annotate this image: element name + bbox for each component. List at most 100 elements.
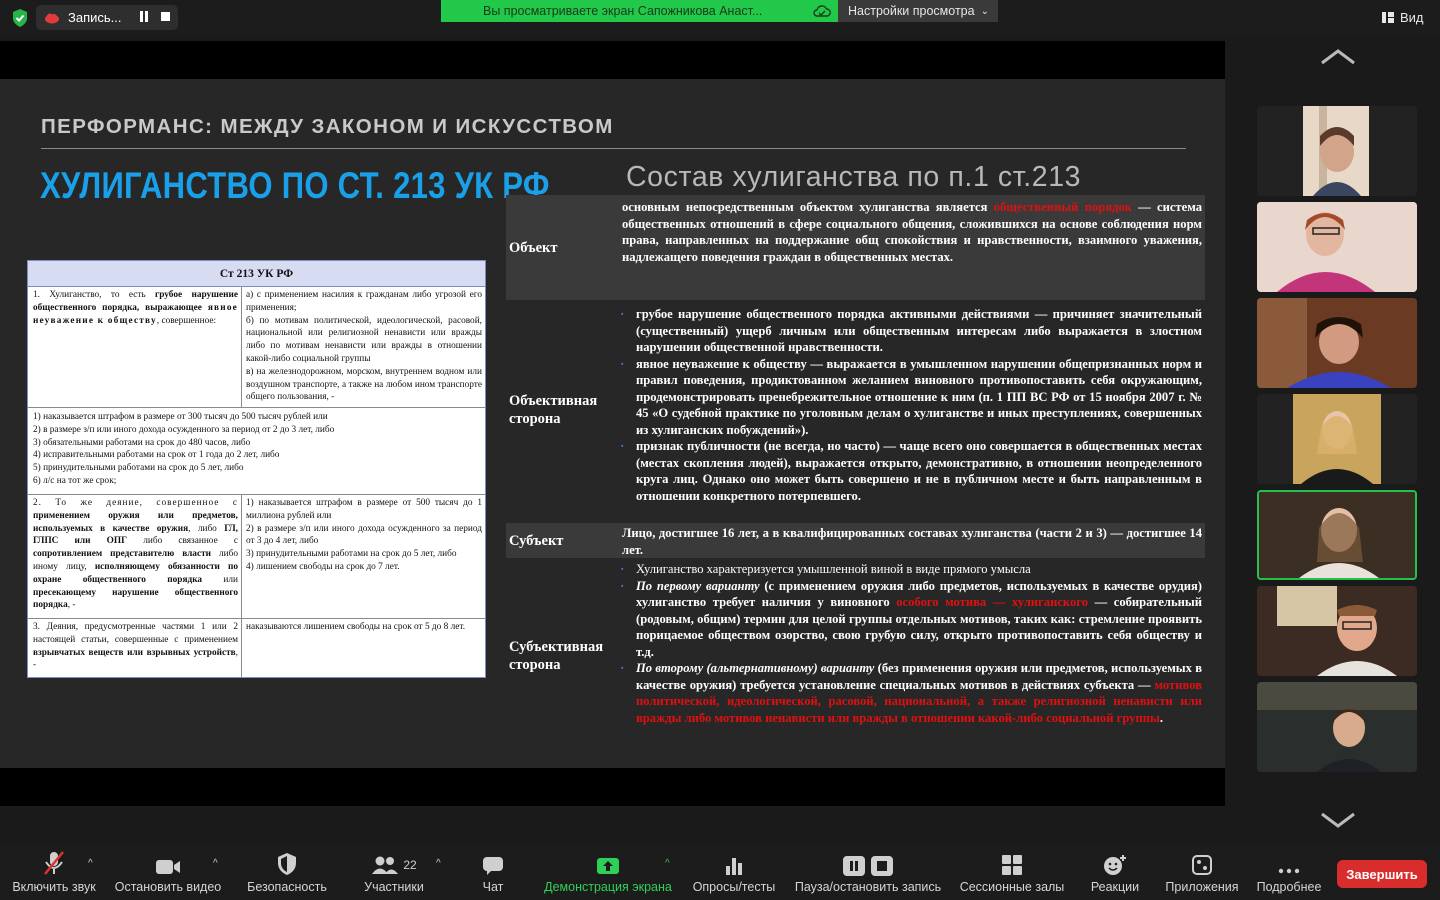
security-button[interactable]: Безопасность (242, 846, 332, 900)
share-screen-button[interactable]: Демонстрация экрана (540, 846, 676, 900)
law-row-part2: 2. То же деяние, совершенное с применени… (28, 495, 485, 619)
participant-video-tile-active-speaker[interactable] (1257, 490, 1417, 580)
recording-indicator[interactable]: Запись... (36, 5, 178, 30)
reactions-label: Реакции (1090, 880, 1140, 894)
law-row-part1: 1. Хулиганство, то есть грубое нарушение… (28, 287, 485, 408)
participant-avatar (1257, 586, 1417, 676)
chevron-down-icon[interactable] (1320, 810, 1356, 830)
unmute-button[interactable]: Включить звук (8, 846, 100, 900)
participants-label: Участники (364, 880, 424, 894)
participant-video-tile[interactable] (1257, 394, 1417, 484)
reactions-button[interactable]: Реакции (1084, 846, 1146, 900)
objective-text: грубое нарушение общественного порядка а… (618, 300, 1205, 520)
participant-video-tile[interactable] (1257, 298, 1417, 388)
meeting-top-bar: Запись... Вы просматриваете экран Сапожн… (0, 0, 1440, 36)
object-text: основным непосредственным объектом хулиг… (622, 200, 1202, 264)
security-label: Безопасность (247, 880, 327, 894)
composition-row-object: Объект основным непосредственным объекто… (506, 195, 1205, 300)
law-part2-penalties: 1) наказывается штрафом в размере от 500… (246, 498, 482, 572)
polls-button[interactable]: Опросы/тесты (688, 846, 780, 900)
viewing-notice-text: Вы просматриваете экран Сапожникова Анас… (483, 4, 763, 18)
law-table-header: Ст 213 УК РФ (28, 261, 485, 287)
share-screen-icon (597, 858, 619, 874)
view-options-dropdown[interactable]: Настройки просмотра ⌄ (838, 0, 998, 22)
view-grid-icon (1382, 12, 1394, 23)
pause-stop-recording-button[interactable]: Пауза/остановить запись (790, 846, 946, 900)
video-options-caret[interactable]: ^ (213, 858, 218, 869)
participant-avatar (1257, 202, 1417, 292)
participants-count: 22 (403, 858, 417, 872)
participants-options-caret[interactable]: ^ (436, 858, 441, 869)
audio-options-caret[interactable]: ^ (88, 858, 93, 869)
participant-avatar (1257, 682, 1417, 772)
security-shield-icon[interactable] (10, 8, 30, 28)
chevron-down-icon: ⌄ (980, 5, 989, 17)
security-shield-icon (278, 853, 296, 875)
stop-recording-icon[interactable] (161, 12, 170, 21)
law-part3-text: 3. Деяния, предусмотренные частями 1 или… (28, 619, 242, 677)
law-part1-text: 1. Хулиганство, то есть грубое нарушение… (28, 287, 242, 407)
stop-icon (871, 856, 893, 876)
subject-label: Субъект (509, 532, 564, 549)
recording-cloud-icon (45, 13, 59, 23)
recording-label: Запись... (68, 10, 122, 25)
law-part3-penalty: наказываются лишением свободы на срок от… (246, 622, 466, 632)
bar-chart-icon (726, 858, 742, 875)
composition-row-objective: Объективная сторона грубое нарушение общ… (506, 300, 1205, 520)
chat-bubble-icon (483, 857, 503, 875)
participant-video-tile[interactable] (1257, 586, 1417, 676)
participant-avatar (1257, 298, 1417, 388)
objective-label: Объективная сторона (506, 300, 618, 520)
reaction-smiley-icon (1104, 855, 1126, 875)
apps-button[interactable]: Приложения (1160, 846, 1244, 900)
law-part1-qualifiers: а) с применением насилия к гражданам либ… (246, 290, 482, 403)
breakout-rooms-icon (1002, 855, 1022, 875)
share-screen-label: Демонстрация экрана (544, 880, 672, 894)
object-label: Объект (509, 239, 558, 256)
polls-label: Опросы/тесты (692, 880, 776, 894)
chat-label: Чат (482, 880, 504, 894)
participant-video-tile[interactable] (1257, 202, 1417, 292)
participant-video-tile[interactable] (1257, 106, 1417, 196)
slide-subtitle: ПЕРФОРМАНС: МЕЖДУ ЗАКОНОМ И ИСКУССТВОМ (41, 115, 614, 138)
shared-screen-letterbox-top (0, 41, 1225, 79)
participants-button[interactable]: 22 Участники (356, 846, 432, 900)
view-button[interactable]: Вид (1382, 10, 1424, 25)
pause-icon (843, 856, 865, 876)
unmute-label: Включить звук (12, 880, 96, 894)
subjective-label: Субъективная сторона (509, 639, 604, 673)
more-button[interactable]: Подробнее (1252, 846, 1326, 900)
shared-screen-letterbox-bottom (0, 768, 1225, 806)
law-row-part3: 3. Деяния, предусмотренные частями 1 или… (28, 619, 485, 677)
viewing-screen-banner: Вы просматриваете экран Сапожникова Анас… (441, 0, 838, 22)
law-part2-text: 2. То же деяние, совершенное с применени… (28, 495, 242, 618)
shared-slide: ПЕРФОРМАНС: МЕЖДУ ЗАКОНОМ И ИСКУССТВОМ Х… (0, 79, 1225, 768)
subjective-text: Хулиганство характеризуется умышленной в… (618, 561, 1205, 751)
meeting-toolbar: Включить звук ^ Остановить видео ^ Безоп… (0, 846, 1440, 900)
composition-table: Объект основным непосредственным объекто… (506, 195, 1205, 751)
breakout-rooms-button[interactable]: Сессионные залы (956, 846, 1068, 900)
participant-avatar (1303, 106, 1369, 196)
participant-avatar (1257, 394, 1417, 484)
slide-title: ХУЛИГАНСТВО ПО СТ. 213 УК РФ (40, 165, 550, 206)
composition-row-subjective: Субъективная сторона Хулиганство характе… (506, 561, 1205, 751)
breakout-rooms-label: Сессионные залы (959, 880, 1065, 894)
participant-video-tile[interactable] (1257, 682, 1417, 772)
law-article-table: Ст 213 УК РФ 1. Хулиганство, то есть гру… (27, 260, 486, 678)
apps-icon (1192, 855, 1212, 875)
chevron-up-icon[interactable] (1320, 47, 1356, 67)
stop-video-label: Остановить видео (114, 880, 222, 894)
stop-video-button[interactable]: Остановить видео (112, 846, 224, 900)
microphone-muted-icon (44, 851, 64, 875)
law-row-part1-penalties: 1) наказывается штрафом в размере от 300… (28, 408, 485, 495)
cloud-icon (813, 5, 831, 17)
more-label: Подробнее (1256, 880, 1322, 894)
share-options-caret[interactable]: ^ (665, 858, 670, 869)
end-meeting-button[interactable]: Завершить (1337, 860, 1427, 888)
video-camera-icon (156, 860, 180, 874)
view-options-label: Настройки просмотра (848, 4, 975, 18)
slide-divider (41, 148, 1186, 149)
composition-title: Состав хулиганства по п.1 ст.213 (626, 161, 1082, 193)
chat-button[interactable]: Чат (470, 846, 516, 900)
pause-recording-icon[interactable] (139, 11, 149, 23)
